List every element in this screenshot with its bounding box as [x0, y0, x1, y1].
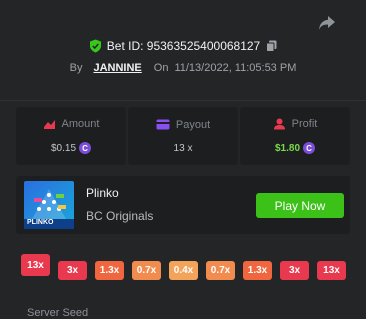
- multiplier-slot: 0.4x: [169, 261, 198, 280]
- amount-value: $0.15: [50, 142, 77, 154]
- divider: [0, 100, 366, 101]
- profit-icon: [273, 118, 285, 130]
- amount-label-row: Amount: [43, 118, 100, 130]
- multiplier-slot: 13x: [317, 261, 346, 280]
- bet-id: Bet ID: 95363525400068127: [106, 39, 261, 53]
- play-now-button[interactable]: Play Now: [256, 193, 344, 218]
- share-icon[interactable]: [317, 14, 337, 32]
- multiplier-slot: 0.7x: [206, 261, 235, 280]
- payout-label-row: Payout: [156, 119, 210, 131]
- multiplier-slot: 1.3x: [95, 261, 124, 280]
- bet-date: 11/13/2022, 11:05:53 PM: [174, 62, 297, 74]
- profit-label: Profit: [291, 118, 318, 130]
- profit-label-row: Profit: [273, 118, 318, 130]
- bet-id-row: Bet ID: 95363525400068127: [0, 39, 366, 53]
- card-icon: [156, 119, 170, 130]
- multiplier-slot: 1.3x: [243, 261, 272, 280]
- payout-label: Payout: [175, 118, 211, 131]
- on-label: On: [153, 62, 169, 74]
- amount-value-row: $0.15 C: [50, 142, 92, 154]
- game-provider: BC Originals: [86, 209, 154, 223]
- multiplier-slot: 0.7x: [132, 261, 161, 280]
- multiplier-slot: 3x: [58, 261, 87, 280]
- multiplier-slot: 3x: [280, 261, 309, 280]
- by-label: By: [69, 62, 83, 74]
- profit-card: Profit $1.80 C: [240, 107, 350, 165]
- game-name[interactable]: Plinko: [86, 186, 119, 200]
- multiplier-selected: 13x: [21, 254, 50, 276]
- bet-stats: Amount $0.15 C Payout 13 x Profit $1.80 …: [16, 107, 350, 165]
- amount-icon: [43, 119, 55, 129]
- username-link[interactable]: JANNINE: [93, 62, 141, 74]
- game-thumbnail[interactable]: PLINKO: [24, 181, 74, 229]
- coin-icon: C: [303, 142, 316, 154]
- copy-icon[interactable]: [266, 40, 277, 52]
- coin-icon: C: [79, 142, 92, 154]
- thumbnail-text: PLINKO: [27, 219, 54, 226]
- payout-value: 13 x: [173, 142, 193, 154]
- amount-label: Amount: [61, 118, 100, 130]
- payout-value-row: 13 x: [174, 143, 193, 154]
- shield-check-icon: [89, 39, 101, 53]
- bet-meta-row: By JANNINE On 11/13/2022, 11:05:53 PM: [0, 62, 366, 74]
- amount-card: Amount $0.15 C: [16, 107, 126, 165]
- server-seed-label: Server Seed: [27, 307, 89, 319]
- game-card: PLINKO Plinko BC Originals Play Now: [16, 176, 350, 234]
- payout-card: Payout 13 x: [128, 107, 238, 165]
- profit-value: $1.80: [274, 142, 301, 154]
- profit-value-row: $1.80 C: [274, 142, 316, 154]
